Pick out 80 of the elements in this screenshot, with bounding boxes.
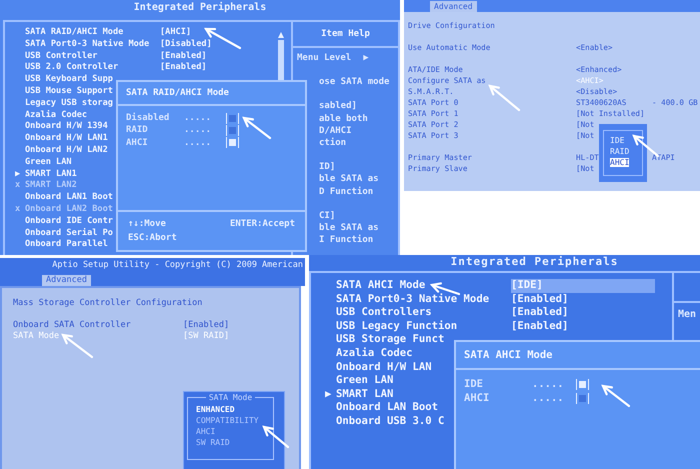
scrollbar-thumb[interactable] <box>278 40 284 80</box>
key-hint: ↑↓:Move <box>128 218 167 230</box>
dot-leader: ..... <box>532 392 565 406</box>
setting-value[interactable]: [Disabled] <box>160 38 277 51</box>
setting-label[interactable]: USB Controller <box>25 50 160 62</box>
help-text: ction <box>319 137 348 150</box>
menu-level: Men <box>678 309 696 320</box>
help-text: D/AHCI <box>319 124 353 138</box>
pointer-arrow <box>61 334 94 358</box>
option-label[interactable]: AHCI <box>464 392 532 406</box>
dialog-title: SATA AHCI Mode <box>464 349 553 361</box>
option-item[interactable]: IDE <box>610 136 624 145</box>
setting-value[interactable]: [SW RAID] <box>183 331 288 342</box>
option-item[interactable]: AHCI <box>196 427 216 436</box>
help-text: ose SATA mode <box>319 76 390 88</box>
setting-value[interactable]: [Enabled] <box>511 306 655 320</box>
help-text: I Function <box>319 234 374 246</box>
key-hint: ESC:Abort <box>128 232 178 244</box>
help-text: ID] <box>319 161 336 174</box>
option-checkbox[interactable] <box>226 137 239 148</box>
setting-value[interactable]: [Enabled] <box>511 292 655 306</box>
option-label[interactable]: AHCI <box>126 136 184 149</box>
item-marker: x <box>15 204 20 214</box>
dot-leader: ..... <box>184 136 212 149</box>
option-checkbox[interactable] <box>576 392 589 404</box>
menu-level-arrow: ▶ <box>363 53 369 63</box>
option-item[interactable]: SW RAID <box>196 438 230 447</box>
setting-value[interactable]: [AHCI] <box>160 27 277 39</box>
screen-title: Integrated Peripherals <box>450 255 620 268</box>
help-text: D Function <box>319 186 374 198</box>
dot-leader: ..... <box>532 378 565 392</box>
option-item[interactable]: ENHANCED <box>196 405 235 414</box>
item-marker: ▶ <box>325 388 332 400</box>
popup-title: SATA Mode <box>206 393 256 402</box>
pointer-arrow <box>601 384 630 408</box>
scroll-up-icon[interactable] <box>278 32 284 38</box>
pointer-arrow <box>262 426 290 448</box>
setting-value[interactable]: [IDE] <box>511 279 655 293</box>
option-item[interactable]: RAID <box>610 147 630 156</box>
setting-value[interactable]: [Enabled] <box>160 50 277 62</box>
setting-label[interactable]: Onboard SATA Controller <box>13 320 183 331</box>
help-text: sabled] <box>319 100 358 113</box>
menu-level: Menu Level <box>297 53 352 63</box>
setting-value[interactable]: [Enabled] <box>160 62 277 74</box>
pointer-arrow <box>488 84 520 112</box>
option-checkbox[interactable] <box>226 124 239 136</box>
setting-label[interactable]: SATA Port0-3 Native Mode <box>336 292 511 306</box>
utility-title: Aptio Setup Utility - Copyright (C) 2009 American <box>52 259 303 272</box>
help-text: CI] <box>319 210 336 222</box>
setting-label[interactable]: SATA Mode <box>13 331 183 342</box>
setting-label[interactable]: USB Controllers <box>336 306 511 320</box>
dot-leader: ..... <box>184 124 212 137</box>
screen-title: Integrated Peripherals <box>132 0 268 15</box>
help-text: able both <box>319 112 369 125</box>
option-label[interactable]: Disabled <box>126 112 184 124</box>
option-item[interactable]: AHCI <box>610 158 630 167</box>
option-checkbox[interactable] <box>226 112 239 124</box>
help-text: ble SATA as <box>319 173 380 186</box>
setting-value[interactable]: [Enabled] <box>183 320 288 331</box>
section-heading: Mass Storage Controller Configuration <box>13 298 204 309</box>
dot-leader: ..... <box>184 112 212 124</box>
setting-value[interactable]: [Enabled] <box>511 320 655 334</box>
setting-label[interactable]: SATA AHCI Mode <box>336 279 511 293</box>
option-label[interactable]: IDE <box>464 378 532 392</box>
option-item[interactable]: COMPATIBILITY <box>196 416 259 425</box>
help-title: Item Help <box>321 28 370 40</box>
item-marker: x <box>15 180 20 190</box>
advanced-tab[interactable]: Advanced <box>42 275 91 286</box>
setting-label[interactable]: USB 2.0 Controller <box>25 62 160 74</box>
item-marker: ▶ <box>15 168 20 179</box>
setting-label[interactable]: SATA Port0-3 Native Mode <box>25 38 160 51</box>
pointer-arrow <box>242 116 272 140</box>
option-checkbox[interactable] <box>576 379 589 390</box>
dialog-title: SATA RAID/AHCI Mode <box>126 88 229 98</box>
setting-label[interactable]: USB Legacy Function <box>336 320 511 334</box>
key-hint: ENTER:Accept <box>230 218 295 230</box>
advanced-tab[interactable]: Advanced <box>430 1 477 12</box>
help-text: ble SATA as <box>319 222 380 234</box>
setting-label[interactable]: SATA RAID/AHCI Mode <box>25 27 160 39</box>
option-label[interactable]: RAID <box>126 124 184 137</box>
